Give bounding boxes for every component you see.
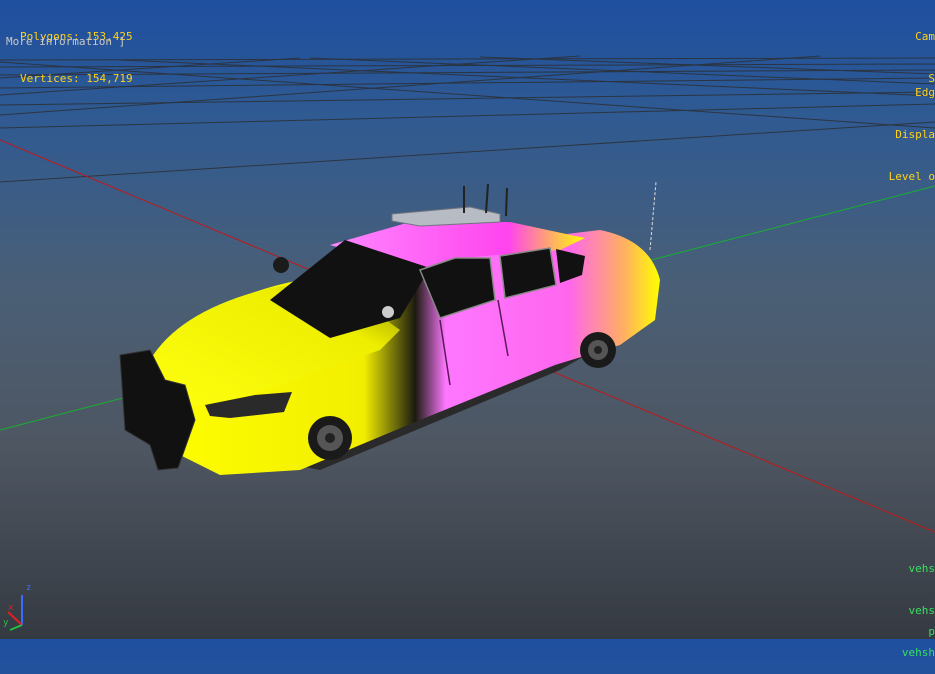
camera-label: Cam	[915, 30, 935, 43]
ground-grid	[0, 55, 935, 183]
level-of-detail-option[interactable]: Level o	[889, 170, 935, 184]
3d-viewport[interactable]	[0, 0, 935, 639]
shader-item[interactable]: vehs	[902, 604, 935, 618]
shader-list: vehs vehs vehsh	[902, 534, 935, 674]
shader-item[interactable]: vehs	[902, 562, 935, 576]
gizmo-y-label: y	[3, 618, 9, 628]
more-information-link[interactable]: More information ]	[6, 35, 125, 49]
shader-item[interactable]: vehsh	[902, 646, 935, 660]
vertices-count: Vertices: 154,719	[20, 72, 133, 85]
model-stats: Polygons: 153,425 Vertices: 154,719	[20, 2, 133, 100]
edges-option[interactable]: Edg	[889, 86, 935, 100]
vehicle-model[interactable]	[119, 181, 660, 475]
display-option[interactable]: Displa	[889, 128, 935, 142]
bottom-right-text: p	[928, 625, 935, 638]
gizmo-z-label: z	[26, 583, 32, 593]
display-options: Edg Displa Level o	[889, 58, 935, 198]
gizmo-x-label: x	[8, 603, 14, 613]
